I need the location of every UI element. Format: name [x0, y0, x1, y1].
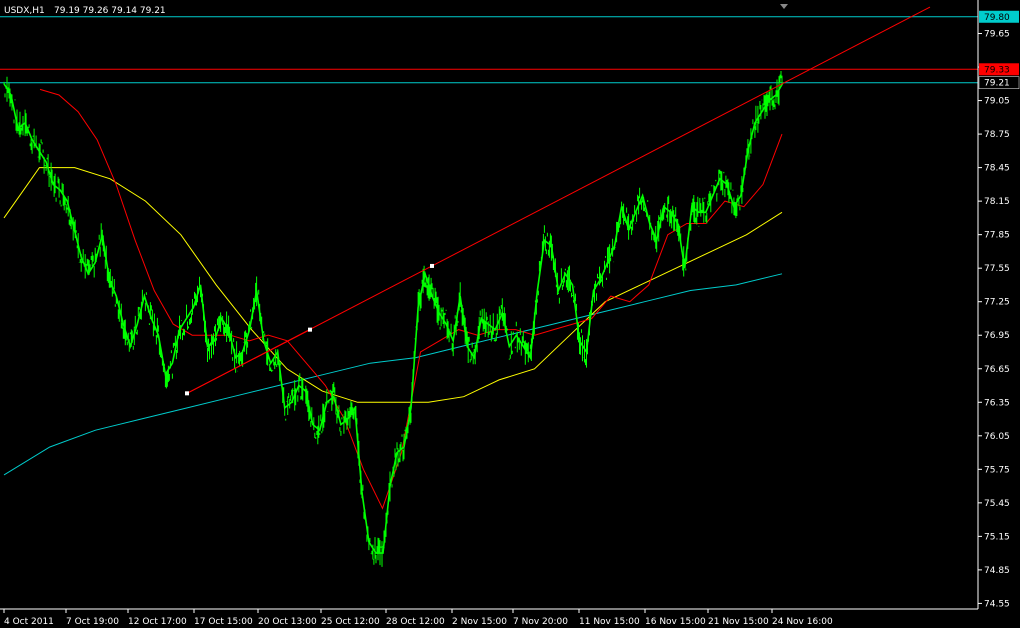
- y-tick-label: 75.15: [984, 532, 1010, 542]
- y-tick-label: 79.05: [984, 97, 1010, 107]
- x-tick-label: 12 Oct 17:00: [128, 617, 187, 627]
- price-tag-label-1: 79.80: [984, 13, 1010, 23]
- x-tick-label: 28 Oct 12:00: [386, 617, 445, 627]
- symbol-title: USDX,H1: [4, 6, 45, 16]
- y-tick-label: 79.65: [984, 30, 1010, 40]
- y-tick-label: 76.35: [984, 398, 1010, 408]
- x-tick-label: 2 Nov 15:00: [452, 617, 507, 627]
- ohlc-readout: 79.19 79.26 79.14 79.21: [54, 6, 166, 16]
- y-tick-label: 75.75: [984, 465, 1010, 475]
- y-tick-label: 77.85: [984, 231, 1010, 241]
- y-tick-label: 77.55: [984, 264, 1010, 274]
- price-chart[interactable]: 79.6579.3579.0578.7578.4578.1577.8577.55…: [0, 0, 1020, 628]
- y-tick-label: 78.75: [984, 130, 1010, 140]
- x-tick-label: 17 Oct 15:00: [194, 617, 253, 627]
- y-tick-label: 78.45: [984, 164, 1010, 174]
- x-tick-label: 4 Oct 2011: [4, 617, 54, 627]
- y-tick-label: 75.45: [984, 499, 1010, 509]
- trendline-anchor-3[interactable]: [430, 263, 434, 268]
- chart-background: [0, 0, 1020, 628]
- y-tick-label: 76.65: [984, 365, 1010, 375]
- x-tick-label: 11 Nov 15:00: [579, 617, 640, 627]
- y-tick-label: 74.55: [984, 599, 1010, 609]
- y-tick-label: 77.25: [984, 298, 1010, 308]
- y-tick-label: 74.85: [984, 566, 1010, 576]
- price-tag-label-2: 79.33: [984, 65, 1010, 75]
- y-tick-label: 78.15: [984, 197, 1010, 207]
- y-tick-label: 76.05: [984, 432, 1010, 442]
- x-tick-label: 20 Oct 13:00: [258, 617, 317, 627]
- x-tick-label: 24 Nov 16:00: [772, 617, 833, 627]
- x-tick-label: 21 Nov 15:00: [708, 617, 769, 627]
- x-tick-label: 7 Nov 20:00: [513, 617, 568, 627]
- x-tick-label: 25 Oct 12:00: [321, 617, 380, 627]
- x-tick-label: 16 Nov 15:00: [645, 617, 706, 627]
- trendline-anchor-1[interactable]: [185, 391, 189, 396]
- x-tick-label: 7 Oct 19:00: [66, 617, 119, 627]
- y-tick-label: 76.95: [984, 331, 1010, 341]
- price-tag-label-3: 79.21: [984, 79, 1010, 89]
- trendline-anchor-2[interactable]: [308, 327, 312, 332]
